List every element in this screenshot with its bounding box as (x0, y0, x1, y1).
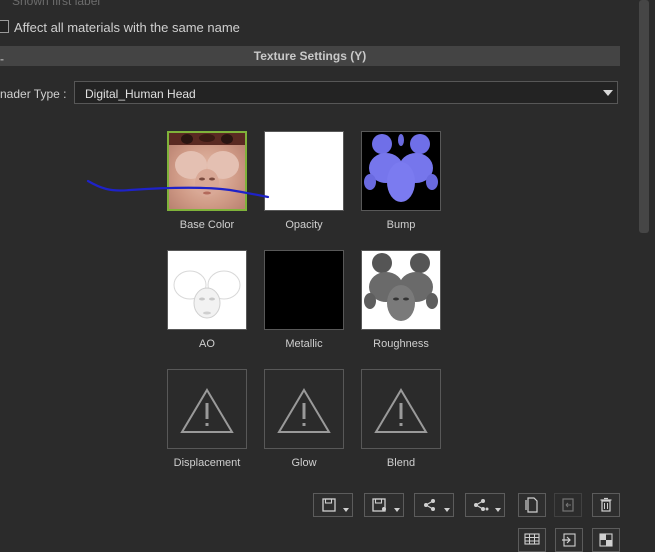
share-icon (424, 499, 435, 511)
save-as-icon (372, 498, 386, 512)
share-button[interactable] (414, 493, 454, 517)
hidden-top-label: Shown first label (12, 0, 101, 8)
shader-type-dropdown[interactable]: Digital_Human Head (74, 81, 618, 104)
shader-type-value: Digital_Human Head (85, 87, 196, 101)
section-title: Texture Settings (Y) (253, 49, 367, 63)
roughness-thumbnail[interactable] (361, 250, 441, 330)
glow-thumbnail[interactable] (264, 369, 344, 449)
uv-grid-button[interactable] (518, 528, 546, 552)
dropdown-arrow-icon (394, 508, 400, 512)
slot-opacity[interactable]: Opacity (264, 131, 344, 231)
slot-metallic[interactable]: Metallic (264, 250, 344, 350)
dropdown-arrow-icon (495, 508, 501, 512)
face-texture-image (169, 133, 245, 197)
slot-displacement[interactable]: Displacement (167, 369, 247, 469)
checker-icon (599, 533, 613, 547)
dropdown-arrow-icon (444, 508, 450, 512)
save-icon (322, 498, 336, 512)
slot-roughness[interactable]: Roughness (361, 250, 441, 350)
save-button[interactable] (313, 493, 353, 517)
scrollbar-thumb[interactable] (639, 0, 649, 233)
trash-icon (600, 497, 612, 512)
slot-blend[interactable]: Blend (361, 369, 441, 469)
blend-label: Blend (386, 457, 416, 469)
paste-button[interactable] (554, 493, 582, 517)
share-all-button[interactable] (465, 493, 505, 517)
slot-ao[interactable]: AO (167, 250, 247, 350)
blend-thumbnail[interactable] (361, 369, 441, 449)
texture-settings-header[interactable]: - Texture Settings (Y) (0, 46, 620, 66)
opacity-thumbnail[interactable] (264, 131, 344, 211)
displacement-thumbnail[interactable] (167, 369, 247, 449)
ao-texture-image (173, 270, 241, 319)
import-button[interactable] (555, 528, 583, 552)
roughness-label: Roughness (373, 338, 429, 350)
warning-icon (180, 388, 234, 433)
dropdown-arrow-icon (603, 90, 613, 96)
metallic-thumbnail[interactable] (264, 250, 344, 330)
shader-type-label: nader Type : (0, 87, 67, 101)
affect-all-label: Affect all materials with the same name (14, 20, 240, 35)
bump-label: Bump (386, 219, 416, 231)
save-as-button[interactable] (364, 493, 404, 517)
warning-icon (374, 388, 428, 433)
bump-thumbnail[interactable] (361, 131, 441, 211)
roughness-texture-image (364, 253, 438, 321)
import-icon (562, 533, 576, 547)
base-color-thumbnail[interactable] (167, 131, 247, 211)
affect-all-checkbox[interactable] (0, 20, 9, 33)
slot-glow[interactable]: Glow (264, 369, 344, 469)
paste-icon (562, 498, 574, 512)
collapse-icon[interactable]: - (0, 52, 4, 66)
dropdown-arrow-icon (343, 508, 349, 512)
ao-thumbnail[interactable] (167, 250, 247, 330)
slot-bump[interactable]: Bump (361, 131, 441, 231)
copy-icon (525, 497, 538, 513)
warning-icon (277, 388, 331, 433)
delete-button[interactable] (592, 493, 620, 517)
checker-button[interactable] (592, 528, 620, 552)
copy-button[interactable] (518, 493, 546, 517)
slot-base-color[interactable]: Base Color (167, 131, 247, 231)
bump-texture-image (364, 134, 438, 202)
share-all-icon (474, 499, 489, 511)
grid-icon (524, 533, 540, 545)
